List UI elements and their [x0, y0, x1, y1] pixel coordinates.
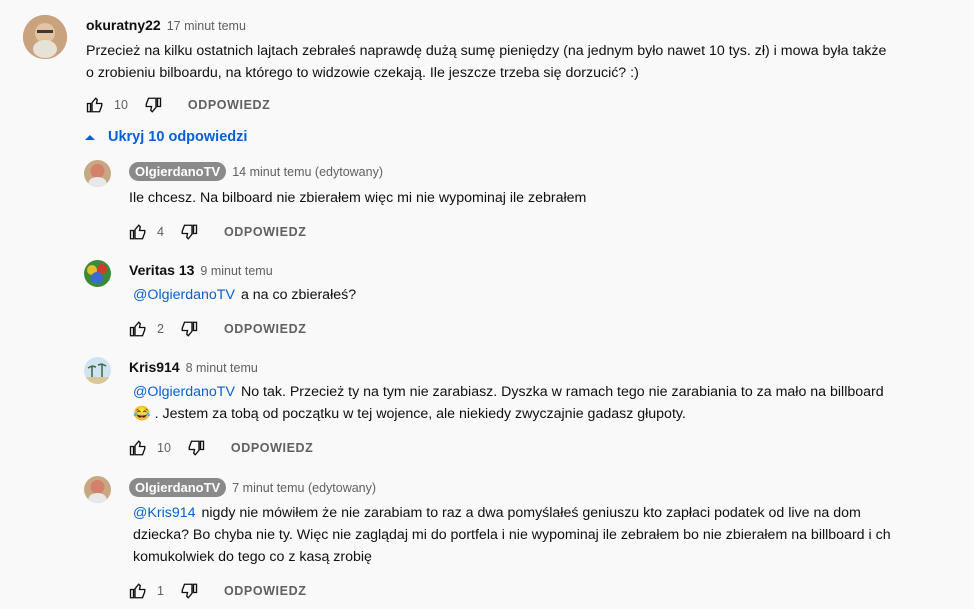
reply-button[interactable]: ODPOWIEDZ [224, 584, 306, 598]
chevron-up-icon [84, 133, 96, 141]
comment-text: @OlgierdanoTV No tak. Przecież ty na tym … [133, 381, 963, 425]
comment-author[interactable]: Kris914 [129, 359, 180, 375]
comment-timestamp[interactable]: 17 minut temu [167, 19, 246, 33]
like-icon[interactable] [129, 320, 147, 338]
like-count: 2 [157, 322, 164, 336]
like-icon[interactable] [86, 96, 104, 114]
comment-author[interactable]: okuratny22 [86, 17, 161, 33]
comment-timestamp[interactable]: 9 minut temu [200, 264, 272, 278]
like-icon[interactable] [129, 582, 147, 600]
reply-button[interactable]: ODPOWIEDZ [231, 441, 313, 455]
avatar-image [84, 476, 111, 503]
hide-replies-label: Ukryj 10 odpowiedzi [108, 129, 248, 145]
comment-text-body: nigdy nie mówiłem że nie zarabiam to raz… [201, 505, 861, 521]
like-count: 10 [114, 98, 128, 112]
mention-link[interactable]: @OlgierdanoTV [133, 384, 235, 400]
comment-text-line: o zrobieniu bilboardu, na którego to wid… [86, 65, 639, 81]
like-count: 1 [157, 584, 164, 598]
avatar-image [84, 160, 111, 187]
comment-author[interactable]: OlgierdanoTV [129, 478, 227, 497]
like-icon[interactable] [129, 223, 147, 241]
hide-replies-button[interactable]: Ukryj 10 odpowiedzi [84, 129, 247, 145]
comment-text: @Kris914 nigdy nie mówiłem że nie zarabia… [133, 502, 963, 568]
comment-text: @OlgierdanoTV a na co zbierałeś? [133, 284, 356, 306]
dislike-icon[interactable] [180, 582, 198, 600]
like-icon[interactable] [129, 439, 147, 457]
dislike-icon[interactable] [187, 439, 205, 457]
comment-text: Przecież na kilku ostatnich lajtach zebr… [86, 40, 966, 84]
like-count: 10 [157, 441, 171, 455]
comment-author[interactable]: OlgierdanoTV [129, 162, 227, 181]
avatar[interactable] [84, 476, 111, 503]
comment-text-body: No tak. Przecież ty na tym nie zarabiasz… [240, 384, 884, 400]
comment-timestamp[interactable]: 7 minut temu (edytowany) [232, 481, 376, 495]
dislike-icon[interactable] [180, 223, 198, 241]
dislike-icon[interactable] [144, 96, 162, 114]
comment-text-line: komukolwiek do tego co z kasą zrobię [133, 549, 372, 565]
avatar[interactable] [23, 15, 67, 59]
mention-link[interactable]: @OlgierdanoTV [133, 287, 235, 303]
avatar-image [84, 357, 111, 384]
mention-link[interactable]: @Kris914 [133, 505, 196, 521]
reply-button[interactable]: ODPOWIEDZ [224, 322, 306, 336]
comment-text-line: Przecież na kilku ostatnich lajtach zebr… [86, 43, 887, 59]
comment-text-body: a na co zbierałeś? [240, 287, 357, 303]
avatar-image [84, 260, 111, 287]
comment-author[interactable]: Veritas 13 [129, 262, 194, 278]
reply-button[interactable]: ODPOWIEDZ [188, 98, 270, 112]
comment-text: Ile chcesz. Na bilboard nie zbierałem wi… [129, 190, 587, 206]
dislike-icon[interactable] [180, 320, 198, 338]
comment-timestamp[interactable]: 8 minut temu [186, 361, 258, 375]
reply-button[interactable]: ODPOWIEDZ [224, 225, 306, 239]
comment-text-line: 😂 . Jestem za tobą od początku w tej woj… [133, 406, 686, 422]
comment-text-line: dziecka? Bo chyba nie ty. Więc nie zaglą… [133, 527, 891, 543]
avatar[interactable] [84, 260, 111, 287]
avatar[interactable] [84, 357, 111, 384]
avatar[interactable] [84, 160, 111, 187]
like-count: 4 [157, 225, 164, 239]
avatar-image [23, 15, 67, 59]
comment-timestamp[interactable]: 14 minut temu (edytowany) [232, 165, 383, 179]
